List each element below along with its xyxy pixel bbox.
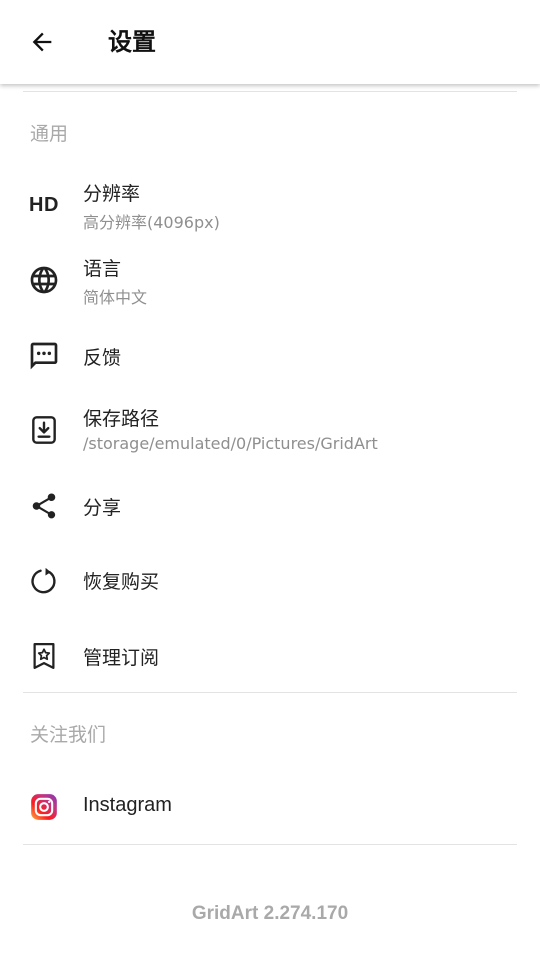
settings-item-instagram[interactable]: Instagram [0, 781, 540, 833]
arrow-back-icon [32, 32, 52, 52]
settings-item-subtitle: /storage/emulated/0/Pictures/GridArt [83, 434, 378, 453]
hd-icon: HD [29, 193, 59, 216]
app-version: GridArt 2.274.170 [191, 903, 349, 924]
section-label-follow-us: 关注我们 [30, 724, 107, 746]
settings-item-manage-subscription[interactable]: 管理订阅 [0, 630, 540, 682]
top-divider [23, 91, 517, 92]
section-divider [23, 692, 517, 693]
bottom-divider [23, 844, 517, 845]
settings-item-save-path[interactable]: 保存路径 /storage/emulated/0/Pictures/GridAr… [0, 396, 540, 466]
settings-item-language[interactable]: 语言 简体中文 [0, 246, 540, 316]
settings-item-title: 分享 [83, 497, 122, 519]
settings-item-feedback[interactable]: 反馈 [0, 330, 540, 382]
instagram-icon [26, 789, 62, 825]
bookmark-star-icon [26, 638, 62, 674]
download-icon [26, 412, 62, 448]
back-button[interactable] [22, 22, 62, 62]
settings-item-title: 分辨率 [83, 183, 141, 205]
settings-item-resolution[interactable]: HD 分辨率 高分辨率(4096px) [0, 170, 540, 240]
settings-item-title: 反馈 [83, 347, 122, 369]
settings-item-title: 恢复购买 [83, 571, 160, 593]
globe-icon [26, 262, 62, 298]
app-bar: 设置 [0, 0, 540, 84]
settings-item-title: 保存路径 [83, 408, 160, 430]
settings-item-subtitle: 简体中文 [83, 288, 148, 307]
restore-icon [26, 563, 62, 599]
settings-item-subtitle: 高分辨率(4096px) [83, 213, 220, 232]
settings-item-title: Instagram [83, 794, 172, 816]
settings-item-title: 语言 [83, 258, 122, 280]
share-icon [26, 488, 62, 524]
settings-item-restore-purchase[interactable]: 恢复购买 [0, 555, 540, 607]
section-label-general: 通用 [30, 123, 69, 145]
settings-item-share[interactable]: 分享 [0, 480, 540, 532]
settings-item-title: 管理订阅 [83, 647, 160, 669]
chat-bubble-icon [26, 338, 62, 374]
page-title: 设置 [108, 28, 156, 56]
